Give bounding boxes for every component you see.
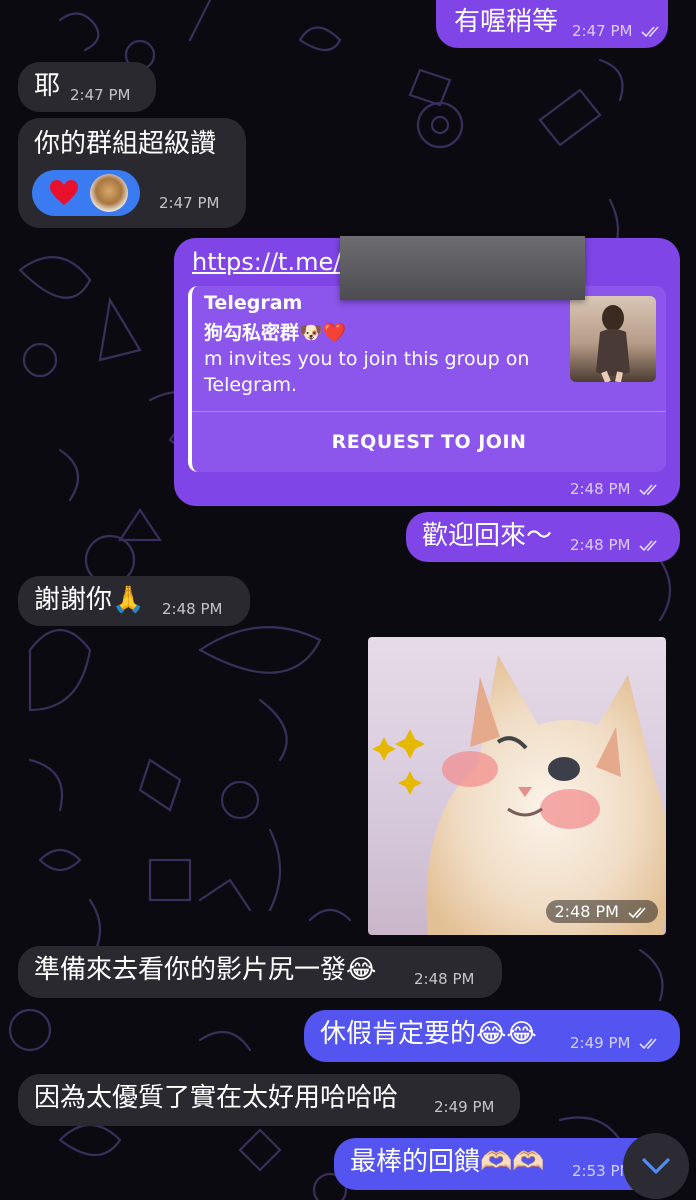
message-text: 歡迎回來～: [422, 521, 553, 551]
message-time: 2:48 PM: [570, 536, 661, 554]
preview-thumbnail: [570, 296, 656, 382]
double-check-icon: [628, 906, 646, 918]
message-text: 謝謝你🙏: [34, 585, 145, 615]
preview-site-name: Telegram: [204, 292, 303, 314]
photo-time-pill: 2:48 PM: [546, 900, 658, 923]
message-text: 準備來去看你的影片尻一發😂: [34, 955, 377, 985]
message-time: 2:49 PM: [434, 1098, 495, 1116]
redaction-block: [340, 236, 585, 300]
preview-description: m invites you to join this group on Tele…: [204, 348, 530, 396]
message-bubble-outgoing[interactable]: 有喔稍等 2:47 PM: [436, 0, 668, 48]
link-preview-card[interactable]: Telegram 狗勾私密群🐶❤️ m invites you to join …: [188, 286, 666, 472]
double-check-icon: [641, 25, 659, 37]
message-time: 2:48 PM: [570, 480, 661, 498]
message-bubble-incoming[interactable]: 準備來去看你的影片尻一發😂 2:48 PM: [18, 946, 502, 998]
message-text: 耶: [34, 71, 61, 101]
message-bubble-outgoing[interactable]: 休假肯定要的😂😂 2:49 PM: [304, 1010, 680, 1062]
message-time: 2:47 PM: [70, 86, 131, 104]
message-bubble-incoming[interactable]: 耶 2:47 PM: [18, 62, 156, 112]
request-to-join-button[interactable]: REQUEST TO JOIN: [192, 411, 666, 472]
message-text: 因為太優質了實在太好用哈哈哈: [34, 1083, 399, 1113]
link-url[interactable]: https://t.me/: [192, 248, 341, 276]
chevron-down-icon: [642, 1158, 670, 1174]
message-time: 2:48 PM: [414, 970, 475, 988]
message-time: 2:47 PM: [159, 194, 220, 212]
reaction-pill[interactable]: [32, 170, 140, 216]
preview-group-title: 狗勾私密群🐶❤️: [204, 322, 347, 344]
photo-message[interactable]: 2:48 PM: [368, 637, 666, 935]
message-time: 2:47 PM: [572, 22, 663, 40]
message-text: 有喔稍等: [454, 7, 559, 37]
message-time: 2:49 PM: [570, 1034, 661, 1052]
heart-icon: [50, 180, 78, 205]
cat-image: [372, 655, 666, 935]
message-text: 休假肯定要的😂😂: [320, 1019, 537, 1049]
double-check-icon: [639, 539, 657, 551]
message-bubble-outgoing[interactable]: 歡迎回來～ 2:48 PM: [406, 512, 680, 562]
scroll-to-bottom-button[interactable]: [623, 1133, 689, 1199]
avatar: [90, 174, 128, 212]
double-check-icon: [639, 483, 657, 495]
double-check-icon: [639, 1037, 657, 1049]
message-time: 2:48 PM: [162, 600, 223, 618]
message-bubble-incoming[interactable]: 因為太優質了實在太好用哈哈哈 2:49 PM: [18, 1074, 520, 1126]
message-text: 最棒的回饋🫶🏻🫶🏻: [350, 1147, 545, 1177]
message-bubble-incoming[interactable]: 謝謝你🙏 2:48 PM: [18, 576, 250, 626]
message-text: 你的群組超級讚: [34, 129, 217, 159]
